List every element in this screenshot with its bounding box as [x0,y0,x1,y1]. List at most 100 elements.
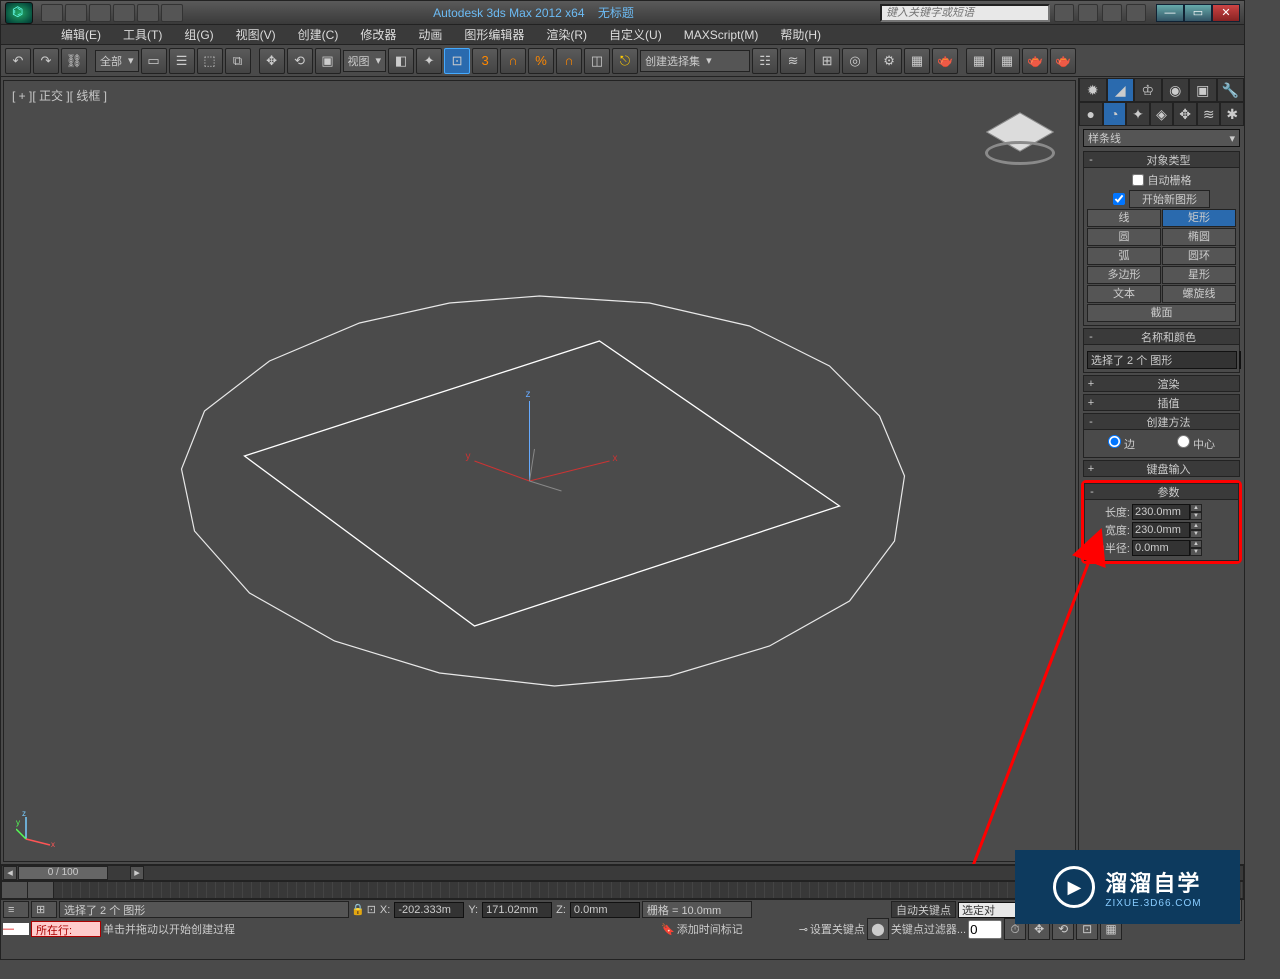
rollout-keyboard-entry-header[interactable]: +键盘输入 [1083,460,1240,477]
menu-maxscript[interactable]: MAXScript(M) [674,26,769,44]
tab-modify[interactable]: ◢ [1107,78,1135,102]
spinner-snap-icon[interactable]: % [528,48,554,74]
select-name-icon[interactable]: ☰ [169,48,195,74]
move-icon[interactable]: ✥ [259,48,285,74]
undo-icon[interactable]: ↶ [5,48,31,74]
key-filters-button[interactable]: 关键点过滤器... [891,921,966,937]
key-big-icon[interactable]: ⬤ [867,918,889,940]
mirror-icon[interactable]: ◫ [584,48,610,74]
add-time-tag[interactable]: 添加时间标记 [677,921,797,937]
param-width-input[interactable] [1132,522,1190,538]
maximize-button[interactable]: ▭ [1184,4,1212,22]
rollout-name-color-header[interactable]: -名称和颜色 [1083,328,1240,345]
render-icon[interactable]: 🫖 [932,48,958,74]
corner-spin-up[interactable]: ▲ [1190,540,1202,548]
link-icon[interactable]: ⛓ [61,48,87,74]
menu-views[interactable]: 视图(V) [226,24,286,45]
key-filter-combo[interactable] [958,902,1018,918]
tag-icon[interactable]: 🔖 [661,923,675,936]
edit-named-sel-icon[interactable]: ∩ [556,48,582,74]
app-menu-button[interactable] [5,2,33,24]
search-icon[interactable] [1054,4,1074,22]
key-mode-icon[interactable]: ⊸ [799,923,808,936]
tab-hierarchy[interactable]: ♔ [1134,78,1162,102]
layer-manager-icon[interactable]: ☷ [752,48,778,74]
auto-key-button[interactable]: 自动关键点 [891,901,956,918]
align-icon[interactable]: ⎋ [612,48,638,74]
object-name-input[interactable] [1087,351,1237,369]
menu-help[interactable]: 帮助(H) [770,24,831,45]
close-button[interactable]: ✕ [1212,4,1240,22]
curve-editor-icon[interactable]: ≋ [780,48,806,74]
use-pivot-icon[interactable]: ◧ [388,48,414,74]
subtab-lights[interactable]: ✦ [1126,102,1150,126]
rotate-icon[interactable]: ⟲ [287,48,313,74]
search-input[interactable] [880,4,1050,22]
redo-icon[interactable]: ↷ [33,48,59,74]
shape-helix-button[interactable]: 螺旋线 [1162,285,1236,303]
param-length-input[interactable] [1132,504,1190,520]
rollout-creation-method-header[interactable]: -创建方法 [1083,413,1240,430]
shape-donut-button[interactable]: 圆环 [1162,247,1236,265]
timeslider-left-icon[interactable]: ◂ [3,866,17,880]
rollout-parameters-header[interactable]: -参数 [1084,483,1239,500]
select-window-crossing-icon[interactable]: ⧉ [225,48,251,74]
radio-edge[interactable]: 边 [1108,435,1135,452]
selection-filter-combo[interactable]: 全部▾ [95,50,139,72]
menu-rendering[interactable]: 渲染(R) [536,24,597,45]
tab-utilities[interactable]: 🔧 [1217,78,1245,102]
menu-grapheditors[interactable]: 图形编辑器 [454,24,534,45]
qat-dropdown-icon[interactable] [161,4,183,22]
maxscript-mini-icon[interactable]: ≡ [3,901,29,918]
menu-customize[interactable]: 自定义(U) [599,24,672,45]
coord-y-input[interactable] [482,902,552,918]
menu-tools[interactable]: 工具(T) [113,24,172,45]
shape-circle-button[interactable]: 圆 [1087,228,1161,246]
trackbar-toggle-icon[interactable] [2,882,28,898]
length-spin-down[interactable]: ▼ [1190,512,1202,520]
rollout-interpolation-header[interactable]: +插值 [1083,394,1240,411]
shape-line-button[interactable]: 线 [1087,209,1161,227]
width-spin-up[interactable]: ▲ [1190,522,1202,530]
object-color-swatch[interactable] [1239,351,1241,369]
material-editor-icon[interactable]: ◎ [842,48,868,74]
qat-save-icon[interactable] [89,4,111,22]
menu-group[interactable]: 组(G) [174,24,223,45]
favorites-icon[interactable] [1102,4,1122,22]
shape-star-button[interactable]: 星形 [1162,266,1236,284]
trackbar-curves-icon[interactable] [28,882,54,898]
help-icon[interactable] [1126,4,1146,22]
lock-icon[interactable]: 🔒 [351,903,365,916]
time-slider-handle[interactable]: 0 / 100 [18,866,108,880]
corner-spin-down[interactable]: ▼ [1190,548,1202,556]
qat-open-icon[interactable] [65,4,87,22]
shape-ellipse-button[interactable]: 椭圆 [1162,228,1236,246]
teapot-render-icon[interactable]: 🫖 [1022,48,1048,74]
subtab-spacewarps[interactable]: ≋ [1197,102,1221,126]
subtab-geometry[interactable]: ● [1079,102,1103,126]
qat-new-icon[interactable] [41,4,63,22]
tab-motion[interactable]: ◉ [1162,78,1190,102]
subtab-cameras[interactable]: ◈ [1150,102,1174,126]
start-new-shape-checkbox[interactable] [1113,193,1125,205]
ref-coord-combo[interactable]: 视图▾ [343,50,387,72]
isolate-icon[interactable]: ⊡ [367,903,376,916]
viewport-perspective[interactable]: [ + ][ 正交 ][ 线框 ] z x y [3,80,1076,862]
scale-icon[interactable]: ▣ [315,48,341,74]
coord-x-input[interactable] [394,902,464,918]
connect-icon[interactable] [1078,4,1098,22]
width-spin-down[interactable]: ▼ [1190,530,1202,538]
manipulate-icon[interactable]: ✦ [416,48,442,74]
named-sel-set-combo[interactable]: 创建选择集▾ [640,50,750,72]
shape-ngon-button[interactable]: 多边形 [1087,266,1161,284]
shape-rectangle-button[interactable]: 矩形 [1162,209,1236,227]
minimize-button[interactable]: — [1156,4,1184,22]
shape-arc-button[interactable]: 弧 [1087,247,1161,265]
qat-redo-icon[interactable] [137,4,159,22]
shape-category-combo[interactable]: 样条线▾ [1083,129,1240,147]
teapot-iterative-icon[interactable]: 🫖 [1050,48,1076,74]
timeslider-right-icon[interactable]: ▸ [130,866,144,880]
schematic-view-icon[interactable]: ⊞ [814,48,840,74]
auto-grid-checkbox[interactable] [1132,174,1144,186]
select-region-rect-icon[interactable]: ⬚ [197,48,223,74]
